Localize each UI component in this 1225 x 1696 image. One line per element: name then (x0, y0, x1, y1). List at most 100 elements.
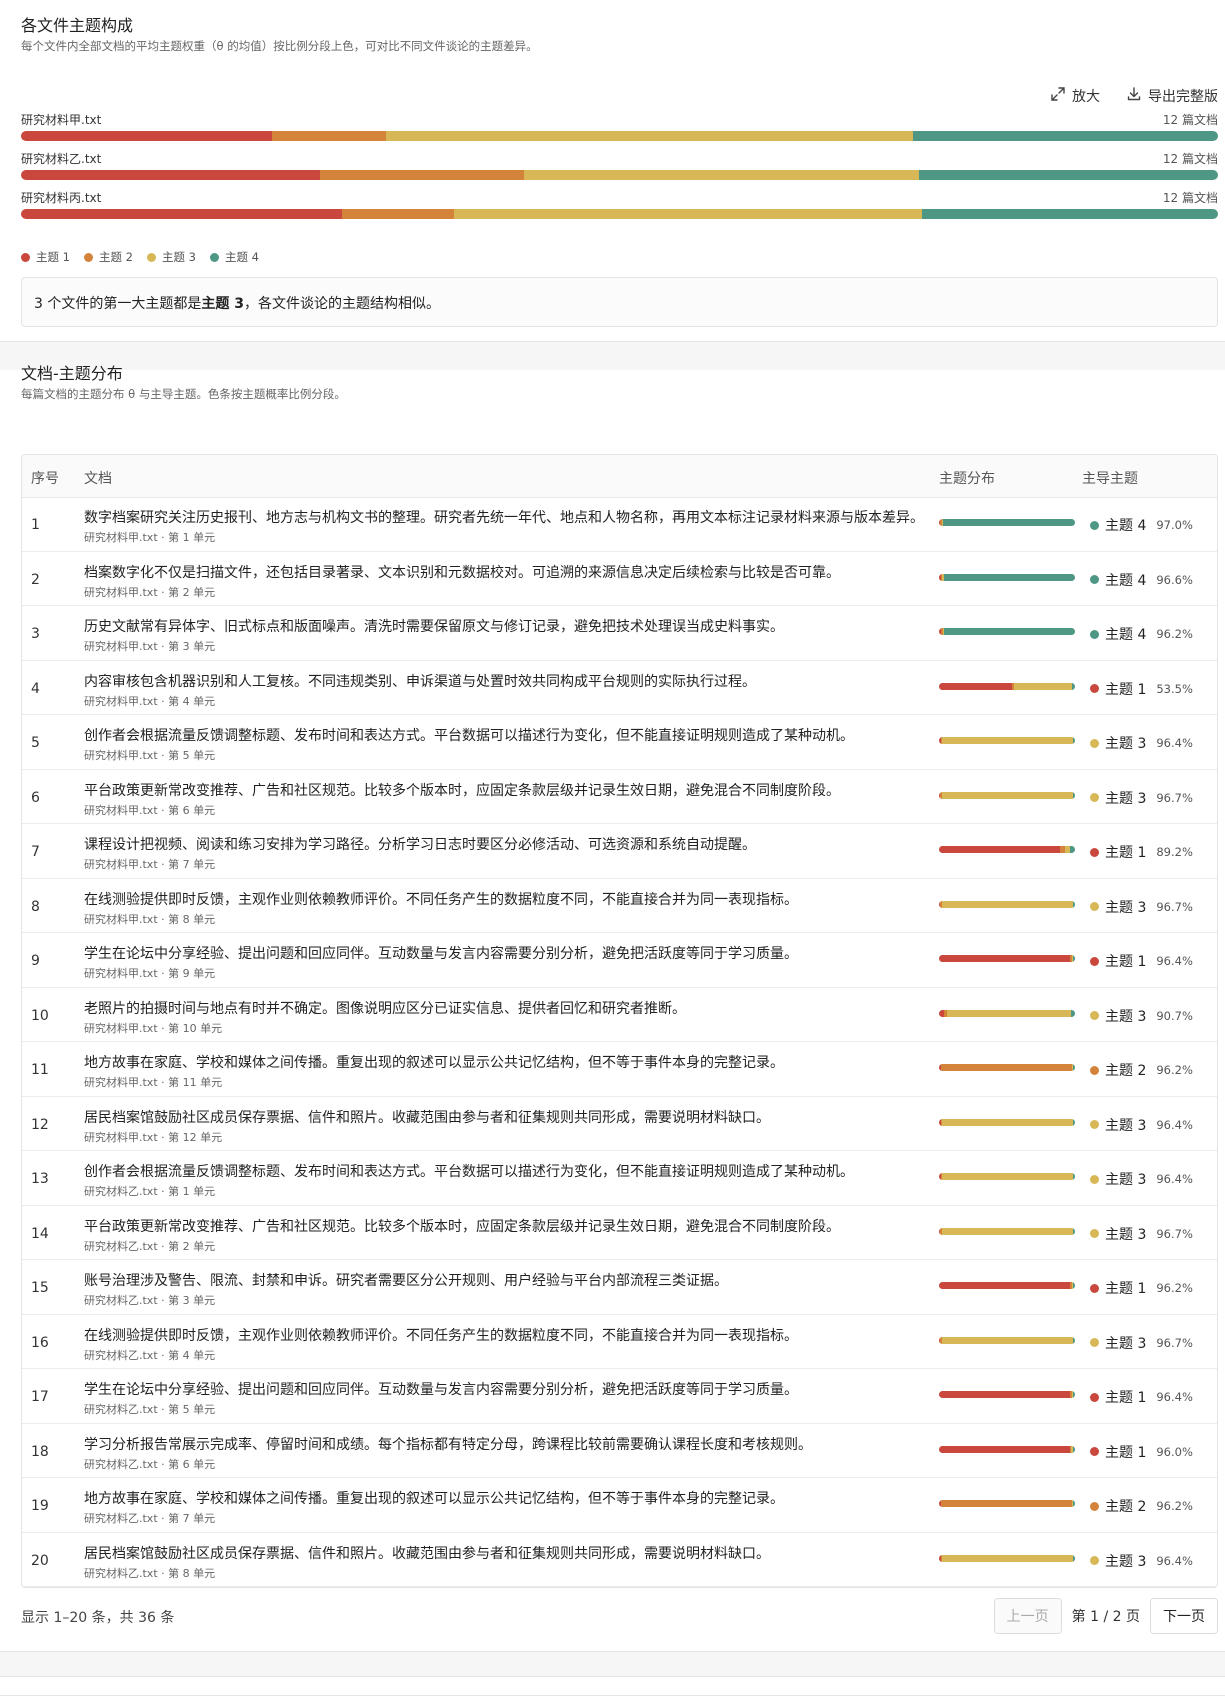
doc-source: 研究材料甲.txt · 第 9 单元 (84, 967, 216, 980)
page-indicator: 第 1 / 2 页 (1071, 1609, 1140, 1625)
dominant-topic: 主题 2 96.2% (1090, 1060, 1193, 1080)
theta-segment (1073, 900, 1075, 908)
dominant-dot (1090, 847, 1099, 857)
doc-text: 档案数字化不仅是扫描文件，还包括目录著录、文本识别和元数据校对。可追溯的来源信息… (84, 564, 840, 581)
expand-icon (1050, 86, 1066, 106)
table-row[interactable]: 9 学生在论坛中分享经验、提出问题和回应同伴。互动数量与发言内容需要分别分析，避免… (22, 933, 1217, 988)
theta-segment (1073, 1282, 1075, 1289)
dominant-label: 主题 4 (1105, 627, 1147, 643)
dominant-dot (1090, 1174, 1099, 1184)
theta-segment (941, 1336, 1074, 1344)
theta-segment (939, 846, 1061, 853)
dominant-label: 主题 3 (1105, 736, 1147, 752)
table-row[interactable]: 10 老照片的拍摄时间与地点有时并不确定。图像说明应区分已证实信息、提供者回忆和研… (22, 988, 1217, 1042)
row-index: 16 (31, 1334, 49, 1351)
file-doc-count: 12 篇文档 (1162, 191, 1218, 205)
theta-segment (941, 1227, 1074, 1235)
theta-segment (944, 628, 1075, 635)
theta-segment (939, 1282, 1070, 1289)
theta-segment (1073, 1445, 1075, 1453)
theta-bar (939, 519, 1075, 526)
zoom-button[interactable]: 放大 (1050, 86, 1100, 106)
dominant-dot (1090, 1011, 1099, 1020)
doc-source: 研究材料乙.txt · 第 6 单元 (84, 1457, 216, 1471)
next-card (0, 1676, 1225, 1696)
theta-bar (939, 1118, 1075, 1126)
theta-segment (1073, 737, 1075, 744)
theta-bar (939, 1500, 1075, 1507)
row-index: 1 (31, 517, 40, 533)
table-row[interactable]: 15 账号治理涉及警告、限流、封禁和申诉。研究者需要区分公开规则、用户经验与平台内… (22, 1260, 1217, 1315)
next-page-button[interactable]: 下一页 (1150, 1598, 1218, 1634)
theta-segment (1070, 846, 1075, 853)
dominant-dot (1090, 738, 1099, 748)
table-row[interactable]: 6 平台政策更新常改变推荐、广告和社区规范。比较多个版本时，应固定条款层级并记录生… (22, 770, 1217, 824)
table-row[interactable]: 11 地方故事在家庭、学校和媒体之间传播。重复出现的叙述可以显示公共记忆结构，但不… (22, 1042, 1217, 1097)
topic-segment (454, 209, 923, 219)
theta-segment (1073, 791, 1075, 799)
dominant-topic: 主题 1 96.4% (1090, 951, 1193, 971)
zoom-label: 放大 (1072, 89, 1100, 105)
theta-segment (939, 1445, 1070, 1453)
row-index: 7 (31, 844, 40, 860)
theta-bar (939, 900, 1075, 908)
file-name: 研究材料丙.txt (21, 191, 102, 205)
table-row[interactable]: 3 历史文献常有异体字、旧式标点和版面噪声。清洗时需要保留原文与修订记录，避免把技… (22, 606, 1217, 661)
export-button[interactable]: 导出完整版 (1126, 86, 1218, 106)
table-row[interactable]: 4 内容审核包含机器识别和人工复核。不同违规类别、申诉渠道与处置时效共同构成平台规… (22, 661, 1217, 715)
legend-dot (21, 252, 30, 262)
table-row[interactable]: 19 地方故事在家庭、学校和媒体之间传播。重复出现的叙述可以显示公共记忆结构，但不… (22, 1478, 1217, 1533)
insight-topic: 主题 3 (201, 296, 244, 312)
legend-dot (83, 252, 93, 262)
theta-segment (942, 1173, 1074, 1180)
dominant-dot (1090, 520, 1099, 530)
theta-bar (939, 1064, 1075, 1071)
theta-segment (1014, 682, 1073, 690)
dominant-dot (1090, 1229, 1099, 1238)
theta-segment (941, 900, 1074, 908)
doc-source: 研究材料甲.txt · 第 6 单元 (84, 803, 216, 817)
dominant-label: 主题 1 (1105, 681, 1147, 698)
row-index: 15 (31, 1280, 49, 1296)
table-row[interactable]: 16 在线测验提供即时反馈，主观作业则依赖教师评价。不同任务产生的数据粒度不同，不… (22, 1315, 1217, 1369)
doc-text: 地方故事在家庭、学校和媒体之间传播。重复出现的叙述可以显示公共记忆结构，但不等于… (84, 1055, 784, 1071)
doc-source: 研究材料甲.txt · 第 2 单元 (84, 585, 216, 599)
table-row[interactable]: 8 在线测验提供即时反馈，主观作业则依赖教师评价。不同任务产生的数据粒度不同，不能… (22, 879, 1217, 933)
table-row[interactable]: 20 居民档案馆鼓励社区成员保存票据、信件和照片。收藏范围由参与者和征集规则共同形… (22, 1533, 1217, 1587)
row-index: 10 (31, 1007, 49, 1024)
dominant-pct: 96.7% (1156, 1226, 1193, 1241)
table-row[interactable]: 17 学生在论坛中分享经验、提出问题和回应同伴。互动数量与发言内容需要分别分析，避… (22, 1369, 1217, 1424)
dominant-topic: 主题 3 96.4% (1090, 1115, 1193, 1135)
dominant-topic: 主题 4 96.2% (1090, 624, 1193, 644)
table-row[interactable]: 13 创作者会根据流量反馈调整标题、发布时间和表达方式。平台数据可以描述行为变化，… (22, 1151, 1217, 1206)
insight-suffix: ，各文件谈论的主题结构相似。 (243, 296, 440, 312)
distribution-subtitle: 每篇文档的主题分布 θ 与主导主题。色条按主题概率比例分段。 (21, 387, 346, 401)
theta-segment (942, 1554, 1074, 1562)
dominant-pct: 96.7% (1156, 899, 1193, 914)
theta-bar (939, 682, 1075, 690)
theta-segment (940, 1064, 1072, 1071)
theta-segment (939, 682, 1012, 690)
table-row[interactable]: 5 创作者会根据流量反馈调整标题、发布时间和表达方式。平台数据可以描述行为变化，但… (22, 715, 1217, 770)
file-composition-card: 各文件主题构成 每个文件内全部文档的平均主题权重（θ 的均值）按比例分段上色，可… (0, 0, 1225, 342)
row-index: 8 (31, 898, 40, 915)
legend-label: 主题 2 (98, 250, 133, 264)
doc-source: 研究材料乙.txt · 第 5 单元 (84, 1403, 216, 1416)
dominant-label: 主题 3 (1105, 1172, 1147, 1188)
table-row[interactable]: 2 档案数字化不仅是扫描文件，还包括目录著录、文本识别和元数据校对。可追溯的来源信… (22, 552, 1217, 606)
insight-box: 3 个文件的第一大主题都是主题 3，各文件谈论的主题结构相似。 (21, 277, 1218, 327)
theta-segment (1073, 1064, 1075, 1071)
download-icon (1126, 86, 1142, 106)
table-row[interactable]: 18 学习分析报告常展示完成率、停留时间和成绩。每个指标都有特定分母，跨课程比较前… (22, 1424, 1217, 1478)
row-index: 14 (31, 1225, 49, 1242)
table-row[interactable]: 1 数字档案研究关注历史报刊、地方志与机构文书的整理。研究者先统一年代、地点和人物… (22, 497, 1217, 552)
topic-segment (272, 131, 387, 141)
table-row[interactable]: 12 居民档案馆鼓励社区成员保存票据、信件和照片。收藏范围由参与者和征集规则共同形… (22, 1097, 1217, 1151)
prev-page-button[interactable]: 上一页 (993, 1598, 1062, 1634)
legend-dot (209, 252, 219, 262)
theta-bar (939, 1009, 1075, 1017)
table-row[interactable]: 7 课程设计把视频、阅读和练习安排为学习路径。分析学习日志时要区分必修活动、可选资… (22, 824, 1217, 879)
file-topic-bar (21, 131, 1218, 141)
table-row[interactable]: 14 平台政策更新常改变推荐、广告和社区规范。比较多个版本时，应固定条款层级并记录… (22, 1206, 1217, 1260)
pagination-info: 显示 1–20 条，共 36 条 (21, 1610, 175, 1626)
